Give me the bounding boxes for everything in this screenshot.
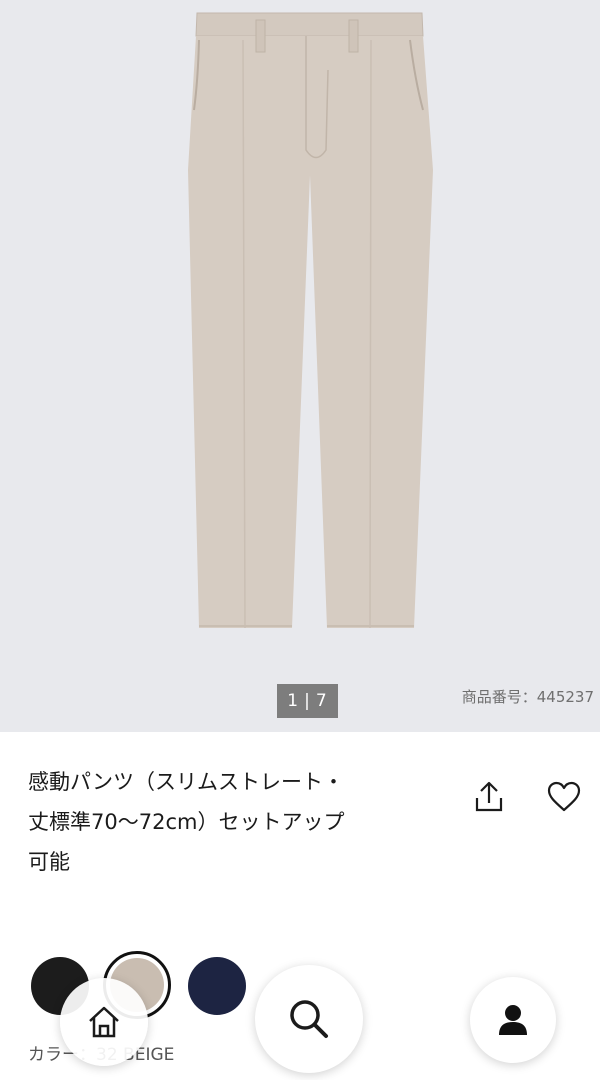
product-number: 商品番号：445237	[461, 688, 594, 706]
image-pager: 1 | 7	[277, 684, 338, 718]
product-title: 感動パンツ（スリムストレート・ 丈標準70〜72cm）セットアップ 可能	[28, 762, 428, 882]
pager-current: 1	[287, 691, 300, 711]
share-button[interactable]	[470, 778, 508, 816]
share-icon	[475, 781, 503, 812]
product-title-line-2: 丈標準70〜72cm）セットアップ	[28, 810, 345, 834]
product-image-gallery[interactable]: 1 | 7 商品番号：445237	[0, 0, 600, 732]
home-button[interactable]	[60, 978, 148, 1066]
account-button[interactable]	[470, 977, 556, 1063]
color-swatch-navy[interactable]	[188, 957, 246, 1015]
pager-separator: |	[304, 691, 311, 711]
favorite-button[interactable]	[545, 778, 583, 816]
account-icon	[499, 1005, 527, 1035]
pager-total: 7	[315, 691, 328, 711]
product-title-line-3: 可能	[28, 850, 70, 874]
search-icon	[290, 1000, 328, 1038]
home-icon	[89, 1006, 119, 1038]
heart-icon	[547, 781, 581, 812]
product-image	[188, 12, 433, 629]
product-title-line-1: 感動パンツ（スリムストレート・	[28, 770, 345, 794]
search-button[interactable]	[255, 965, 363, 1073]
